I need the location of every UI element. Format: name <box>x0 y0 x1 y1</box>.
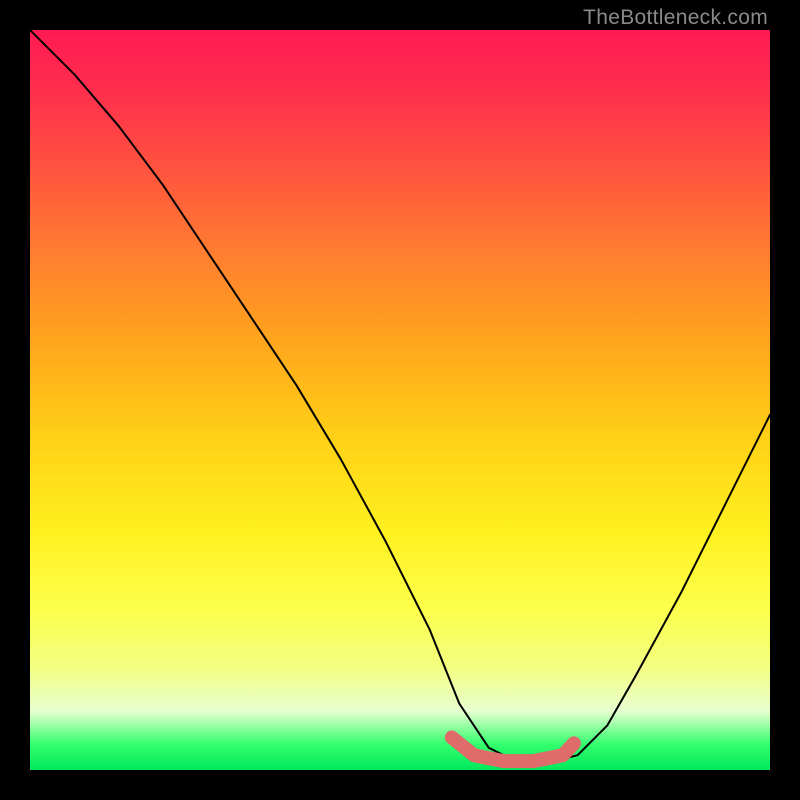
chart-svg <box>30 30 770 770</box>
bottleneck-curve <box>30 30 770 763</box>
chart-plot-area <box>30 30 770 770</box>
chart-frame: TheBottleneck.com <box>0 0 800 800</box>
watermark-text: TheBottleneck.com <box>583 6 768 30</box>
optimal-band-marker <box>452 737 574 761</box>
